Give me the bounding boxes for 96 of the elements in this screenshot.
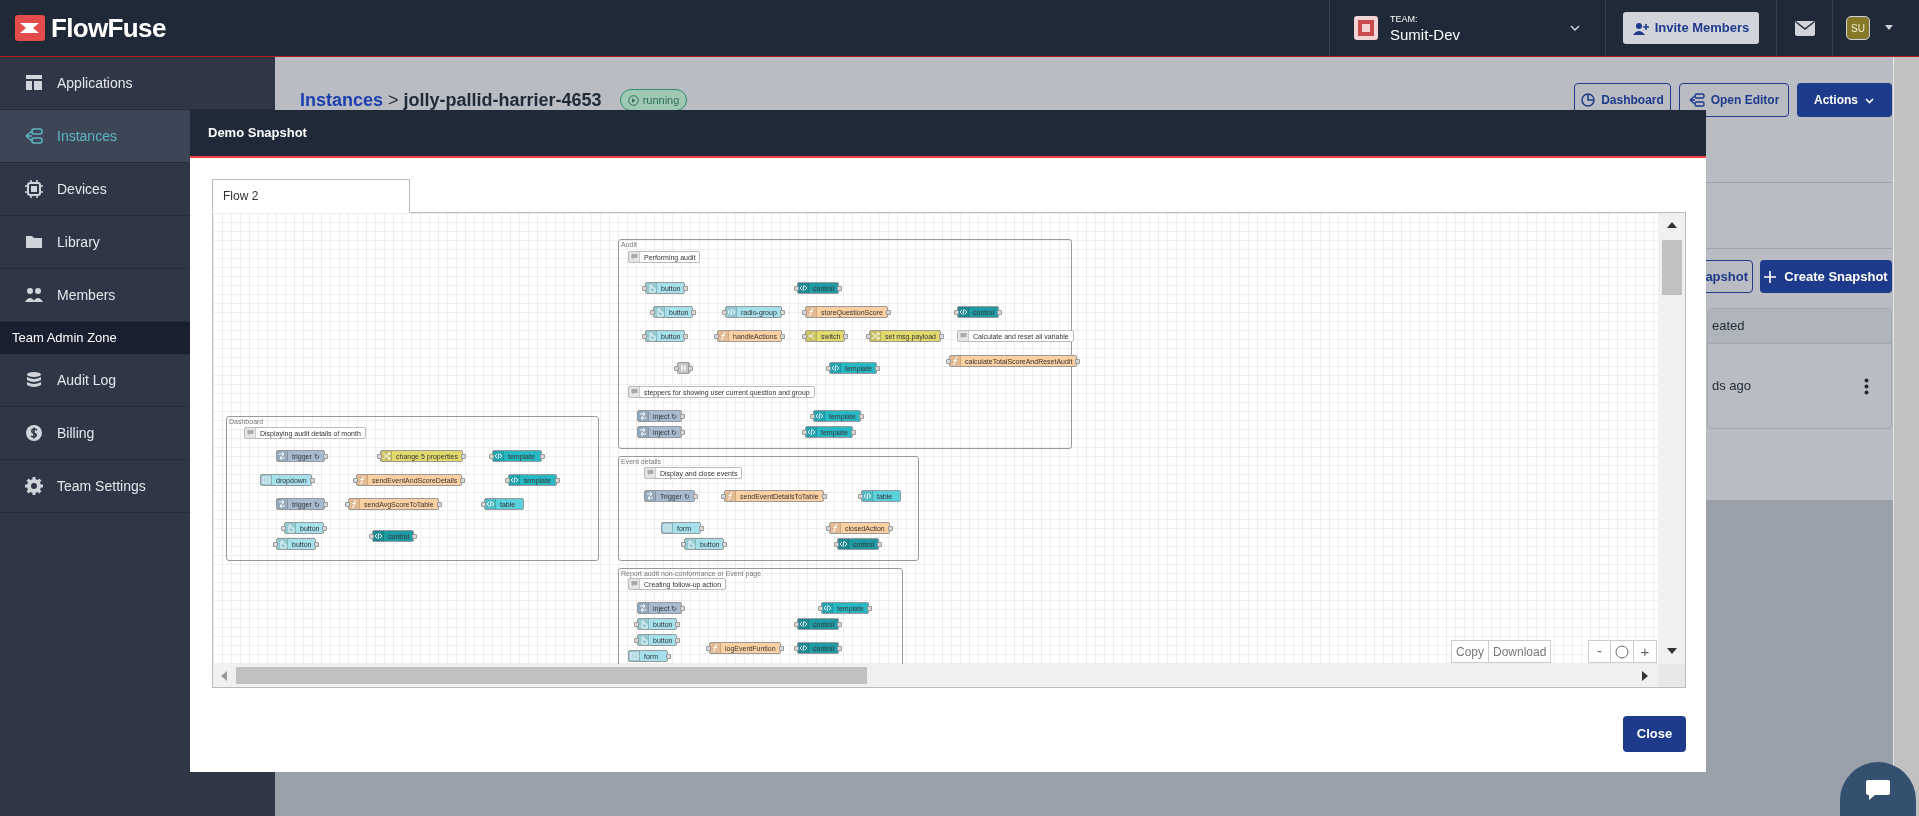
- vertical-scrollbar[interactable]: [1658, 213, 1685, 664]
- code-icon: [814, 411, 824, 421]
- form-icon: [662, 523, 672, 533]
- scroll-up-icon[interactable]: [1666, 222, 1677, 228]
- add-user-icon: [1632, 21, 1649, 35]
- function-icon: [357, 475, 367, 485]
- speech-bubble-icon: [645, 468, 655, 478]
- dollar-icon: [25, 424, 43, 442]
- code-icon: [958, 307, 968, 317]
- code-icon: [822, 603, 832, 613]
- folder-icon: [25, 233, 43, 251]
- mail-icon[interactable]: [1794, 20, 1815, 36]
- function-icon: [718, 331, 728, 341]
- form-icon: [629, 651, 639, 661]
- code-icon: [838, 539, 848, 549]
- database-icon: [25, 371, 43, 389]
- layout-icon: [25, 74, 43, 92]
- arrows-icon: [638, 411, 648, 421]
- chip-icon: [25, 180, 43, 198]
- function-icon: [710, 643, 720, 653]
- copy-button[interactable]: Copy: [1451, 640, 1489, 663]
- code-icon: [798, 619, 808, 629]
- chat-icon: [1865, 778, 1891, 802]
- arrows-icon: [638, 603, 648, 613]
- horizontal-scrollbar[interactable]: [213, 664, 1658, 687]
- settings-icon: [25, 477, 43, 495]
- chart-icon: [1581, 93, 1596, 107]
- plus-icon: [1764, 270, 1777, 283]
- code-icon: [830, 363, 840, 373]
- function-icon: [830, 523, 840, 533]
- team-icon: [1354, 16, 1378, 40]
- function-icon: [725, 491, 735, 501]
- close-button[interactable]: Close: [1623, 716, 1686, 752]
- logo-icon: [15, 15, 45, 41]
- avatar[interactable]: SU: [1846, 16, 1870, 40]
- chevron-down-icon[interactable]: [1569, 22, 1581, 34]
- arrows-icon: [638, 427, 648, 437]
- speech-bubble-icon: [958, 331, 968, 341]
- play-circle-icon: [627, 94, 639, 106]
- invite-members-button[interactable]: Invite Members: [1622, 12, 1760, 44]
- function-icon: [950, 356, 960, 366]
- arrows-icon: [277, 451, 287, 461]
- shuffle-icon: [870, 331, 880, 341]
- column-header: eated: [1712, 317, 1745, 336]
- function-icon: [349, 499, 359, 509]
- code-icon: [509, 475, 519, 485]
- shuffle-icon: [381, 451, 391, 461]
- hand-icon: [654, 307, 664, 317]
- code-icon: [862, 491, 872, 501]
- status-badge: running: [619, 89, 688, 111]
- actions-button[interactable]: Actions: [1797, 83, 1892, 117]
- scroll-down-icon[interactable]: [1666, 648, 1677, 654]
- table-cell-text: ds ago: [1712, 377, 1752, 396]
- scroll-right-icon[interactable]: [1642, 670, 1648, 681]
- code-icon: [798, 283, 808, 293]
- caret-down-icon[interactable]: [1884, 24, 1894, 32]
- team-name[interactable]: Sumit-Dev: [1390, 26, 1557, 42]
- zoom-reset-button[interactable]: [1611, 640, 1634, 663]
- create-snapshot-button[interactable]: Create Snapshot: [1760, 260, 1892, 293]
- form-icon: [261, 475, 271, 485]
- link-icon: [678, 363, 688, 373]
- scrollbar-corner: [1658, 664, 1685, 687]
- code-icon: [373, 531, 383, 541]
- arrows-icon: [645, 491, 655, 501]
- breadcrumb-separator: >: [388, 88, 399, 112]
- download-button[interactable]: Download: [1489, 640, 1552, 663]
- function-icon: [806, 307, 816, 317]
- hierarchy-icon: [25, 127, 43, 145]
- code-icon: [806, 427, 816, 437]
- chat-bubble-button[interactable]: [1840, 762, 1916, 816]
- breadcrumb-link[interactable]: Instances: [300, 86, 384, 114]
- logo-text: FlowFuse: [51, 11, 166, 45]
- speech-bubble-icon: [629, 579, 639, 589]
- fork-icon: [806, 331, 816, 341]
- hierarchy-icon: [1688, 93, 1705, 107]
- people-icon: [25, 286, 43, 304]
- code-icon: [798, 643, 808, 653]
- scroll-thumb[interactable]: [236, 667, 867, 684]
- scroll-thumb[interactable]: [1661, 240, 1682, 295]
- kebab-menu-icon[interactable]: [1864, 377, 1869, 395]
- hand-icon: [646, 283, 656, 293]
- instance-name: jolly-pallid-harrier-4653: [403, 88, 602, 112]
- speech-bubble-icon: [245, 428, 255, 438]
- speech-bubble-icon: [629, 387, 639, 397]
- code-icon: [726, 307, 736, 317]
- hand-icon: [685, 539, 695, 549]
- flow-tab[interactable]: Flow 2: [212, 179, 410, 213]
- team-label: TEAM:: [1390, 14, 1419, 24]
- code-icon: [485, 499, 495, 509]
- arrows-icon: [277, 499, 287, 509]
- page-scrollbar[interactable]: [1893, 57, 1919, 816]
- zoom-out-button[interactable]: -: [1588, 640, 1611, 663]
- zoom-in-button[interactable]: +: [1634, 640, 1657, 663]
- speech-bubble-icon: [629, 252, 639, 262]
- code-icon: [493, 451, 503, 461]
- hand-icon: [646, 331, 656, 341]
